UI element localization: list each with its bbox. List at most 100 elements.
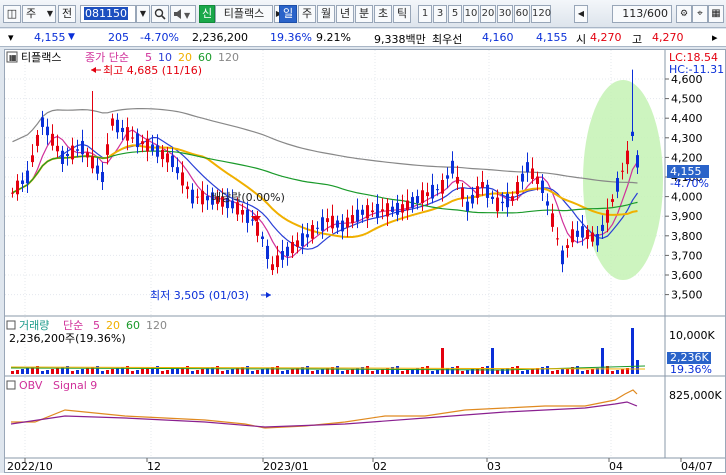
- x-axis-label: 04: [609, 460, 623, 472]
- quote-amount: 9,338백만: [374, 33, 426, 46]
- volume-bar: [591, 369, 594, 374]
- volume-bar: [281, 371, 284, 374]
- obv-label: OBV: [19, 379, 43, 392]
- period-tab-6[interactable]: 틱: [393, 5, 411, 23]
- x-axis-label: 2023/01: [263, 460, 309, 472]
- volume-bar: [26, 368, 29, 374]
- volume-bar: [576, 366, 579, 374]
- high-marker-text: 최고 4,685 (11/16): [103, 64, 202, 77]
- volume-bar: [221, 371, 224, 374]
- period-tab-2[interactable]: 월: [317, 5, 335, 23]
- high-marker: 최고 4,685 (11/16): [91, 64, 202, 77]
- interval-button-20[interactable]: 20: [480, 5, 496, 23]
- scroll-left-icon[interactable]: ◀: [574, 5, 588, 23]
- volume-legend: 거래량 단순 5 20 60 120 2,236,200주(19.36%): [6, 319, 167, 345]
- volume-bar: [161, 371, 164, 374]
- price-tick-label: 4,500: [671, 93, 703, 106]
- interval-button-60[interactable]: 60: [514, 5, 530, 23]
- x-axis-label: 04/07: [681, 460, 713, 472]
- quote-change: 205: [108, 31, 129, 44]
- interval-button-30[interactable]: 30: [497, 5, 513, 23]
- volume-bar: [196, 370, 199, 374]
- prev-button[interactable]: 전: [58, 5, 76, 23]
- volume-bar: [16, 370, 19, 374]
- quote-more-icon[interactable]: ▸: [712, 31, 718, 44]
- volume-bar: [106, 370, 109, 374]
- volume-bar: [406, 370, 409, 374]
- speaker-icon[interactable]: ▼: [170, 5, 196, 23]
- volume-bar: [306, 366, 309, 374]
- stock-code-input[interactable]: 081150: [80, 5, 136, 23]
- volume-bar: [631, 328, 634, 374]
- period-tab-1[interactable]: 주: [298, 5, 316, 23]
- market-select[interactable]: 주 ▼: [22, 5, 56, 23]
- menu-icon[interactable]: ◫: [3, 5, 21, 23]
- ma-period-5: 5: [145, 51, 152, 64]
- volume-bar: [496, 370, 499, 374]
- search-icon[interactable]: [151, 5, 169, 23]
- volume-label: 거래량: [19, 319, 49, 332]
- volume-bar: [256, 370, 259, 374]
- volume-bar: [116, 368, 119, 374]
- toolbar: ◫ 주 ▼ 전 081150 ▼ ▼ 신 티플랙스 ▶ ◀ 113/600 ⚙ …: [0, 0, 726, 28]
- ma-period-60: 60: [126, 319, 140, 332]
- volume-bar: [351, 369, 354, 374]
- volume-bar: [261, 369, 264, 374]
- volume-bar: [541, 367, 544, 374]
- volume-bar: [376, 370, 379, 374]
- ma-period-20: 20: [106, 319, 120, 332]
- interval-button-1[interactable]: 1: [418, 5, 432, 23]
- interval-button-3[interactable]: 3: [433, 5, 447, 23]
- layout-icon[interactable]: ▦: [708, 5, 724, 23]
- stock-code-value: 081150: [84, 7, 128, 20]
- volume-ma-label: 단순: [63, 319, 83, 332]
- period-tab-5[interactable]: 초: [374, 5, 392, 23]
- settings-icon[interactable]: ⚙: [676, 5, 692, 23]
- volume-bar: [586, 370, 589, 374]
- low-marker-text: 최저 3,505 (01/03): [150, 289, 249, 302]
- ma-period-5: 5: [93, 319, 100, 332]
- obv-signal-label: Signal 9: [53, 379, 97, 392]
- volume-bar: [276, 366, 279, 374]
- volume-bar: [191, 371, 194, 374]
- x-axis-label: 03: [487, 460, 501, 472]
- volume-bar: [76, 370, 79, 374]
- dividend-text: 배당락(0.00%): [211, 191, 285, 204]
- volume-ma-periods: 5 20 60 120: [93, 319, 167, 332]
- interval-button-120[interactable]: 120: [531, 5, 551, 23]
- ma-period-20: 20: [178, 51, 192, 64]
- volume-bar: [511, 367, 514, 374]
- volume-bar: [346, 370, 349, 374]
- ma-period-120: 120: [146, 319, 167, 332]
- period-tab-3[interactable]: 년: [336, 5, 354, 23]
- volume-bar: [401, 371, 404, 374]
- interval-button-5[interactable]: 5: [448, 5, 462, 23]
- market-label: 주: [26, 7, 37, 20]
- volume-bar: [231, 369, 234, 374]
- high-label: 고: [632, 33, 643, 46]
- price-tick-label: 3,700: [671, 249, 703, 262]
- volume-bar: [466, 370, 469, 374]
- volume-bar: [46, 370, 49, 374]
- volume-bar: [431, 371, 434, 374]
- interval-button-10[interactable]: 10: [463, 5, 479, 23]
- price-tick-label: 4,200: [671, 151, 703, 164]
- volume-bar: [636, 360, 639, 374]
- volume-bar: [436, 370, 439, 374]
- x-axis-label: 02: [373, 460, 387, 472]
- volume-bar: [141, 369, 144, 374]
- volume-bar: [171, 369, 174, 374]
- volume-bar: [321, 369, 324, 374]
- period-tab-4[interactable]: 분: [355, 5, 373, 23]
- volume-bar: [41, 371, 44, 374]
- best-ask-label: 최우선: [432, 33, 463, 46]
- chart-canvas[interactable]: ▦ 티플랙스 종가 단순 5 10 20 60 120 최고 4,685 (11/16)…: [5, 50, 725, 473]
- volume-bar: [601, 348, 604, 374]
- period-tab-0[interactable]: 일: [279, 5, 297, 23]
- pin-icon[interactable]: ⌖: [692, 5, 708, 23]
- code-dropdown-chevron-icon[interactable]: ▼: [136, 5, 150, 23]
- chart-panel[interactable]: ▦ 티플랙스 종가 단순 5 10 20 60 120 최고 4,685 (11/16)…: [4, 49, 726, 473]
- stock-name-field[interactable]: 티플랙스: [215, 5, 273, 23]
- volume-bar: [521, 371, 524, 374]
- quote-turnover: 19.36%: [270, 31, 312, 44]
